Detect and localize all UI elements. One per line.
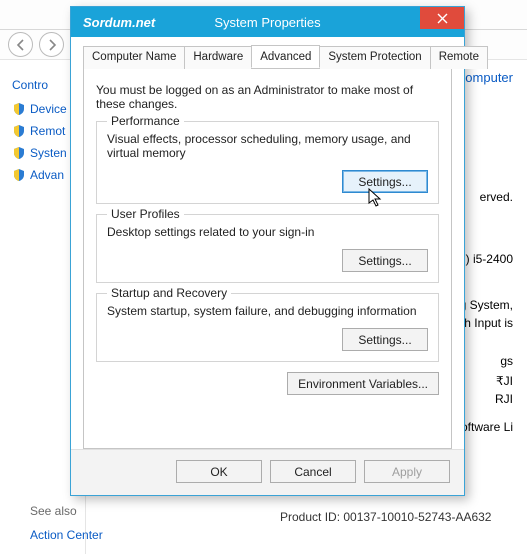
- see-also-section: See also Action Center: [0, 496, 527, 554]
- see-also-heading: See also: [30, 504, 513, 518]
- info-text: g System,: [460, 298, 513, 312]
- info-text: ) i5-2400: [466, 252, 513, 266]
- group-desc: Visual effects, processor scheduling, me…: [107, 132, 428, 160]
- tab-advanced[interactable]: Advanced: [251, 45, 320, 68]
- info-text: erved.: [480, 190, 513, 204]
- sidebar-item-device[interactable]: Device: [12, 102, 79, 116]
- dialog-titlebar: Sordum.net System Properties: [71, 7, 464, 37]
- cancel-button[interactable]: Cancel: [270, 460, 356, 483]
- sidebar-label: Systen: [30, 146, 67, 160]
- group-title: Performance: [107, 114, 184, 128]
- user-profiles-settings-button[interactable]: Settings...: [342, 249, 428, 272]
- tab-strip: Computer Name Hardware Advanced System P…: [83, 45, 452, 69]
- info-text: gs: [500, 354, 513, 368]
- arrow-right-icon: [46, 39, 58, 51]
- close-button[interactable]: [420, 7, 464, 29]
- shield-icon: [12, 168, 26, 182]
- tab-remote[interactable]: Remote: [430, 46, 488, 69]
- close-icon: [437, 13, 448, 24]
- admin-instruction: You must be logged on as an Administrato…: [96, 83, 439, 111]
- forward-button[interactable]: [39, 32, 64, 57]
- sidebar-label: Advan: [30, 168, 64, 182]
- arrow-left-icon: [15, 39, 27, 51]
- shield-icon: [12, 124, 26, 138]
- tab-computer-name[interactable]: Computer Name: [83, 46, 185, 69]
- apply-button[interactable]: Apply: [364, 460, 450, 483]
- shield-icon: [12, 146, 26, 160]
- group-title: Startup and Recovery: [107, 286, 231, 300]
- ok-button[interactable]: OK: [176, 460, 262, 483]
- control-panel-home-link[interactable]: Contro: [12, 78, 79, 92]
- sidebar-label: Remot: [30, 124, 65, 138]
- group-title: User Profiles: [107, 207, 184, 221]
- section-heading: omputer: [465, 70, 513, 85]
- info-text: RJI: [495, 392, 513, 406]
- user-profiles-group: User Profiles Desktop settings related t…: [96, 214, 439, 283]
- group-desc: Desktop settings related to your sign-in: [107, 225, 428, 239]
- tab-system-protection[interactable]: System Protection: [319, 46, 430, 69]
- dialog-button-row: OK Cancel Apply: [71, 449, 464, 495]
- brand-label: Sordum.net: [83, 15, 155, 30]
- sidebar-item-system[interactable]: Systen: [12, 146, 79, 160]
- info-text: ₹JI: [496, 374, 513, 388]
- action-center-link[interactable]: Action Center: [30, 528, 513, 542]
- startup-recovery-group: Startup and Recovery System startup, sys…: [96, 293, 439, 362]
- info-text: h Input is: [464, 316, 513, 330]
- system-properties-dialog: Sordum.net System Properties Computer Na…: [70, 6, 465, 496]
- back-button[interactable]: [8, 32, 33, 57]
- advanced-tab-page: You must be logged on as an Administrato…: [83, 69, 452, 449]
- performance-group: Performance Visual effects, processor sc…: [96, 121, 439, 204]
- dialog-title: System Properties: [214, 15, 320, 30]
- tab-hardware[interactable]: Hardware: [184, 46, 252, 69]
- sidebar-label: Device: [30, 102, 67, 116]
- startup-recovery-settings-button[interactable]: Settings...: [342, 328, 428, 351]
- performance-settings-button[interactable]: Settings...: [342, 170, 428, 193]
- environment-variables-button[interactable]: Environment Variables...: [287, 372, 439, 395]
- sidebar-item-advanced[interactable]: Advan: [12, 168, 79, 182]
- sidebar-item-remote[interactable]: Remot: [12, 124, 79, 138]
- group-desc: System startup, system failure, and debu…: [107, 304, 428, 318]
- shield-icon: [12, 102, 26, 116]
